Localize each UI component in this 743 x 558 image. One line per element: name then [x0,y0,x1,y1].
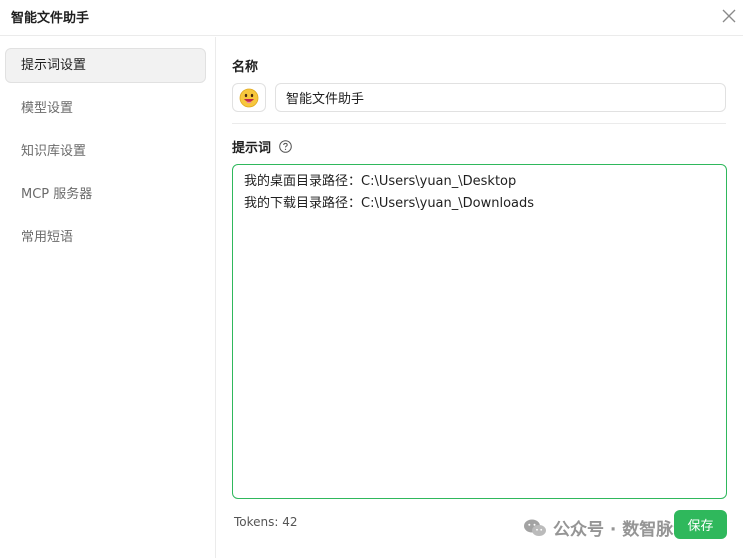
dialog-header: 智能文件助手 [0,0,743,36]
sidebar-item-knowledge-base-settings[interactable]: 知识库设置 [5,134,206,169]
wechat-icon [524,519,546,536]
avatar-emoji-button[interactable] [232,83,266,112]
prompt-textarea[interactable]: 我的桌面目录路径：C:\Users\yuan_\Desktop 我的下载目录路径… [232,164,727,499]
dialog-title: 智能文件助手 [11,11,90,26]
section-divider [232,123,726,124]
help-icon[interactable] [279,138,292,153]
sidebar-item-model-settings[interactable]: 模型设置 [5,91,206,126]
prompt-label: 提示词 [232,141,272,156]
save-button[interactable]: 保存 [674,510,727,539]
close-button[interactable] [718,5,740,27]
close-icon [722,9,736,23]
watermark: 公众号 · 数智脉动 [523,515,690,540]
watermark-text: 公众号 · 数智脉动 [553,520,691,540]
settings-sidebar: 提示词设置 模型设置 知识库设置 MCP 服务器 常用短语 [0,37,216,558]
assistant-settings-dialog: 智能文件助手 提示词设置 模型设置 知识库设置 MCP 服务器 常用短语 名称 … [0,0,743,558]
sidebar-item-mcp-servers[interactable]: MCP 服务器 [5,177,206,212]
sidebar-item-common-phrases[interactable]: 常用短语 [5,220,206,255]
grinning-face-emoji-icon [239,88,259,107]
name-label: 名称 [232,60,259,75]
prompt-line: 我的下载目录路径：C:\Users\yuan_\Downloads [244,196,535,211]
prompt-line: 我的桌面目录路径：C:\Users\yuan_\Desktop [244,174,517,189]
token-count: Tokens: 42 [234,515,298,529]
assistant-name-input[interactable] [275,83,726,112]
sidebar-item-prompt-settings[interactable]: 提示词设置 [5,48,206,83]
